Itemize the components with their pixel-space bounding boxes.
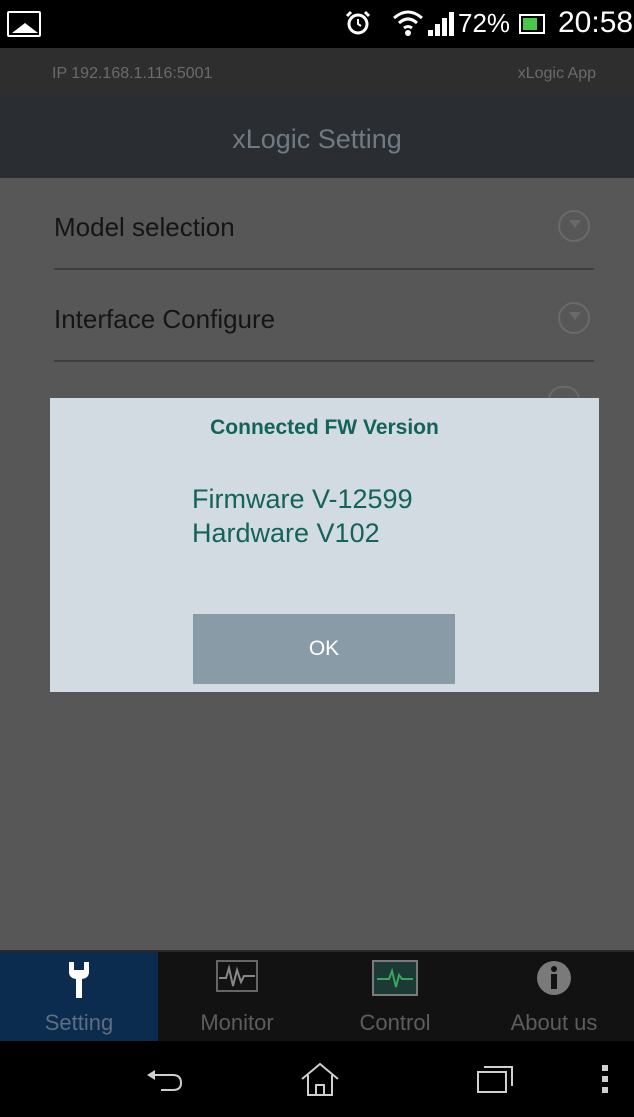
menu-icon (602, 1065, 608, 1093)
home-icon (301, 1062, 339, 1096)
home-button[interactable] (285, 1041, 355, 1117)
setting-item-label: Model selection (54, 212, 235, 242)
connection-info-bar: IP 192.168.1.116:5001 xLogic App (0, 48, 634, 94)
signal-icon (428, 12, 454, 36)
wrench-icon (69, 962, 89, 998)
tab-setting[interactable]: Setting (0, 952, 158, 1041)
dialog-title: Connected FW Version (210, 416, 439, 439)
ip-address: IP 192.168.1.116:5001 (52, 65, 213, 82)
tab-about-us[interactable]: About us (474, 952, 634, 1041)
wifi-icon (393, 10, 423, 36)
tab-label: Control (359, 1010, 431, 1035)
app-name: xLogic App (517, 65, 596, 82)
setting-item-interface-configure[interactable]: Interface Configure (54, 270, 594, 362)
info-icon (537, 961, 571, 995)
ok-button[interactable]: OK (193, 614, 455, 684)
clock: 20:58 (558, 6, 634, 39)
firmware-version: Firmware V-12599 (192, 484, 413, 514)
waveform-icon (216, 960, 258, 992)
tab-label: Monitor (200, 1010, 274, 1035)
tab-monitor[interactable]: Monitor (158, 952, 316, 1041)
fw-version-dialog: Connected FW Version Firmware V-12599 Ha… (50, 398, 599, 692)
page-title: xLogic Setting (232, 124, 402, 154)
back-icon (147, 1070, 183, 1091)
battery-icon (519, 14, 545, 34)
system-nav-bar (0, 1041, 634, 1117)
alarm-icon (345, 10, 371, 35)
tab-label: About us (510, 1010, 598, 1035)
chevron-down-icon (558, 302, 590, 334)
chevron-down-icon (558, 210, 590, 242)
screen-icon (372, 960, 418, 996)
recents-icon (477, 1066, 513, 1093)
bottom-tab-bar: Setting Monitor Control About us (0, 950, 634, 1041)
setting-item-label: Interface Configure (54, 304, 276, 334)
recents-button[interactable] (460, 1041, 530, 1117)
setting-item-model-selection[interactable]: Model selection (54, 178, 594, 270)
title-bar: xLogic Setting (0, 94, 634, 178)
tab-control[interactable]: Control (316, 952, 474, 1041)
dialog-message: Firmware V-12599 Hardware V102 (192, 482, 413, 550)
status-bar: 72% 20:58 (0, 0, 634, 48)
overflow-menu-button[interactable] (590, 1041, 620, 1117)
image-icon (7, 11, 41, 37)
tab-label: Setting (44, 1010, 114, 1035)
back-button[interactable] (130, 1041, 200, 1117)
hardware-version: Hardware V102 (192, 518, 380, 548)
battery-percent: 72% (458, 8, 511, 38)
